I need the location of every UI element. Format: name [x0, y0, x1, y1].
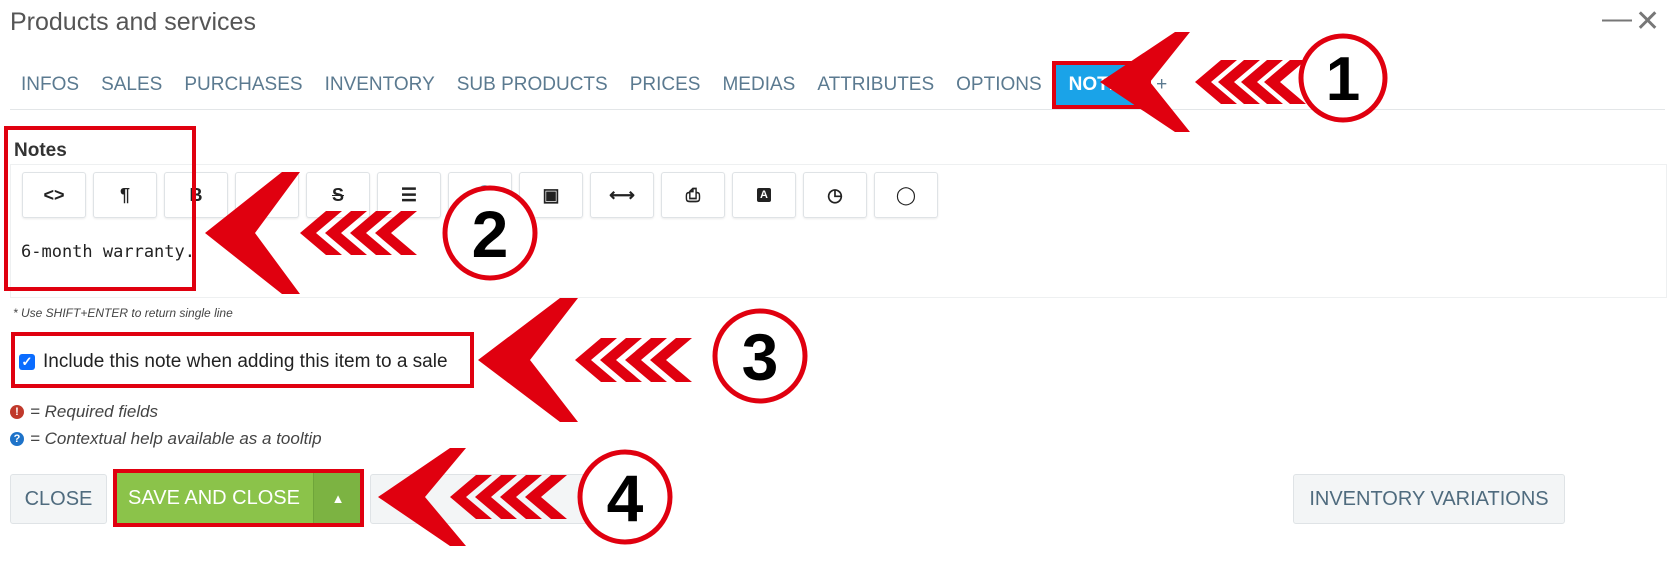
annotation-number-1: 1: [1298, 33, 1388, 123]
annotation-arrow-3: [478, 298, 692, 422]
annotation-number-4-text: 4: [607, 461, 644, 535]
annotation-arrow-4: [378, 448, 567, 546]
annotation-arrow-1: [1100, 32, 1306, 132]
annotation-number-3: 3: [712, 308, 808, 404]
annotation-number-3-text: 3: [742, 320, 779, 394]
annotation-number-2-text: 2: [472, 197, 509, 271]
annotation-number-4: 4: [577, 449, 673, 545]
annotation-number-2: 2: [442, 185, 538, 281]
annotation-overlay: 1 2 3 4: [205, 32, 1388, 546]
annotation-arrow-2: [205, 172, 417, 294]
annotation-number-1-text: 1: [1326, 45, 1360, 114]
